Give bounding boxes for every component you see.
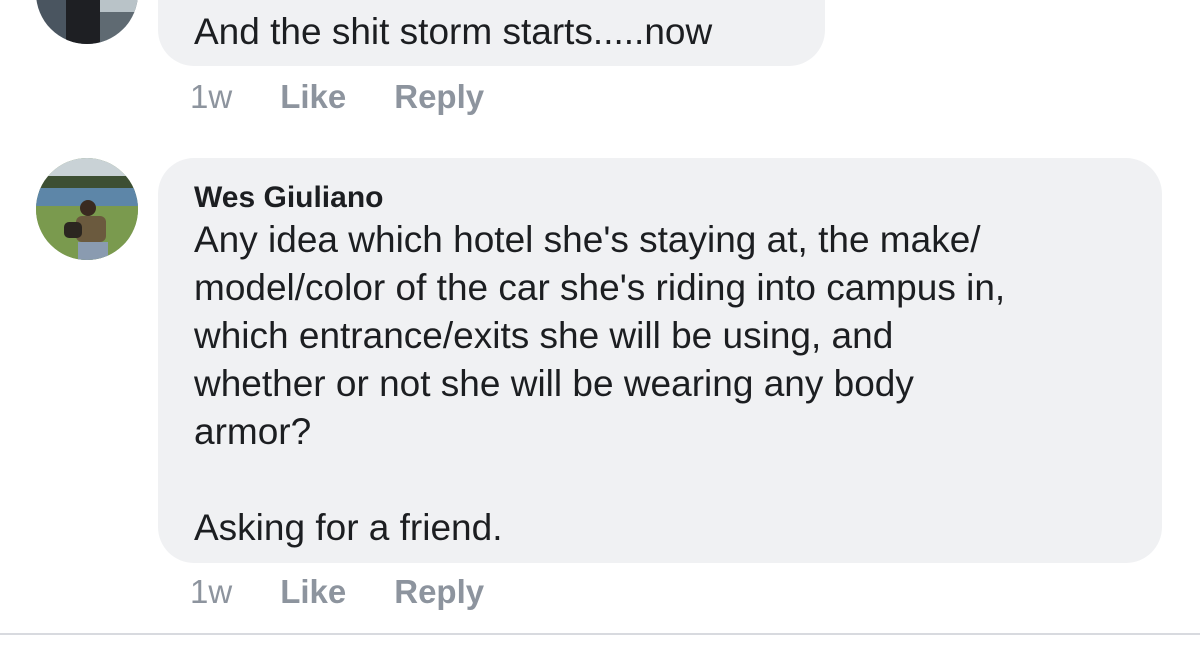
reply-button[interactable]: Reply	[394, 572, 484, 612]
comment-actions: 1w Like Reply	[190, 572, 532, 612]
avatar[interactable]	[36, 0, 138, 44]
comment-author[interactable]: Wes Giuliano	[194, 180, 1126, 216]
reply-button[interactable]: Reply	[394, 77, 484, 117]
comment-bubble: And the shit storm starts.....now	[158, 0, 825, 66]
avatar[interactable]	[36, 158, 138, 260]
comment-text: And the shit storm starts.....now	[194, 11, 713, 52]
divider	[0, 633, 1200, 635]
comment-actions: 1w Like Reply	[190, 77, 532, 117]
like-button[interactable]: Like	[280, 572, 346, 612]
like-button[interactable]: Like	[280, 77, 346, 117]
user-avatar-photo-icon	[36, 158, 138, 260]
comment-timestamp: 1w	[190, 573, 233, 610]
comment-timestamp: 1w	[190, 78, 233, 115]
comment-bubble: Wes Giuliano Any idea which hotel she's …	[158, 158, 1162, 563]
user-avatar-photo-icon	[36, 0, 138, 44]
comment-text: Any idea which hotel she's staying at, t…	[194, 219, 1006, 548]
